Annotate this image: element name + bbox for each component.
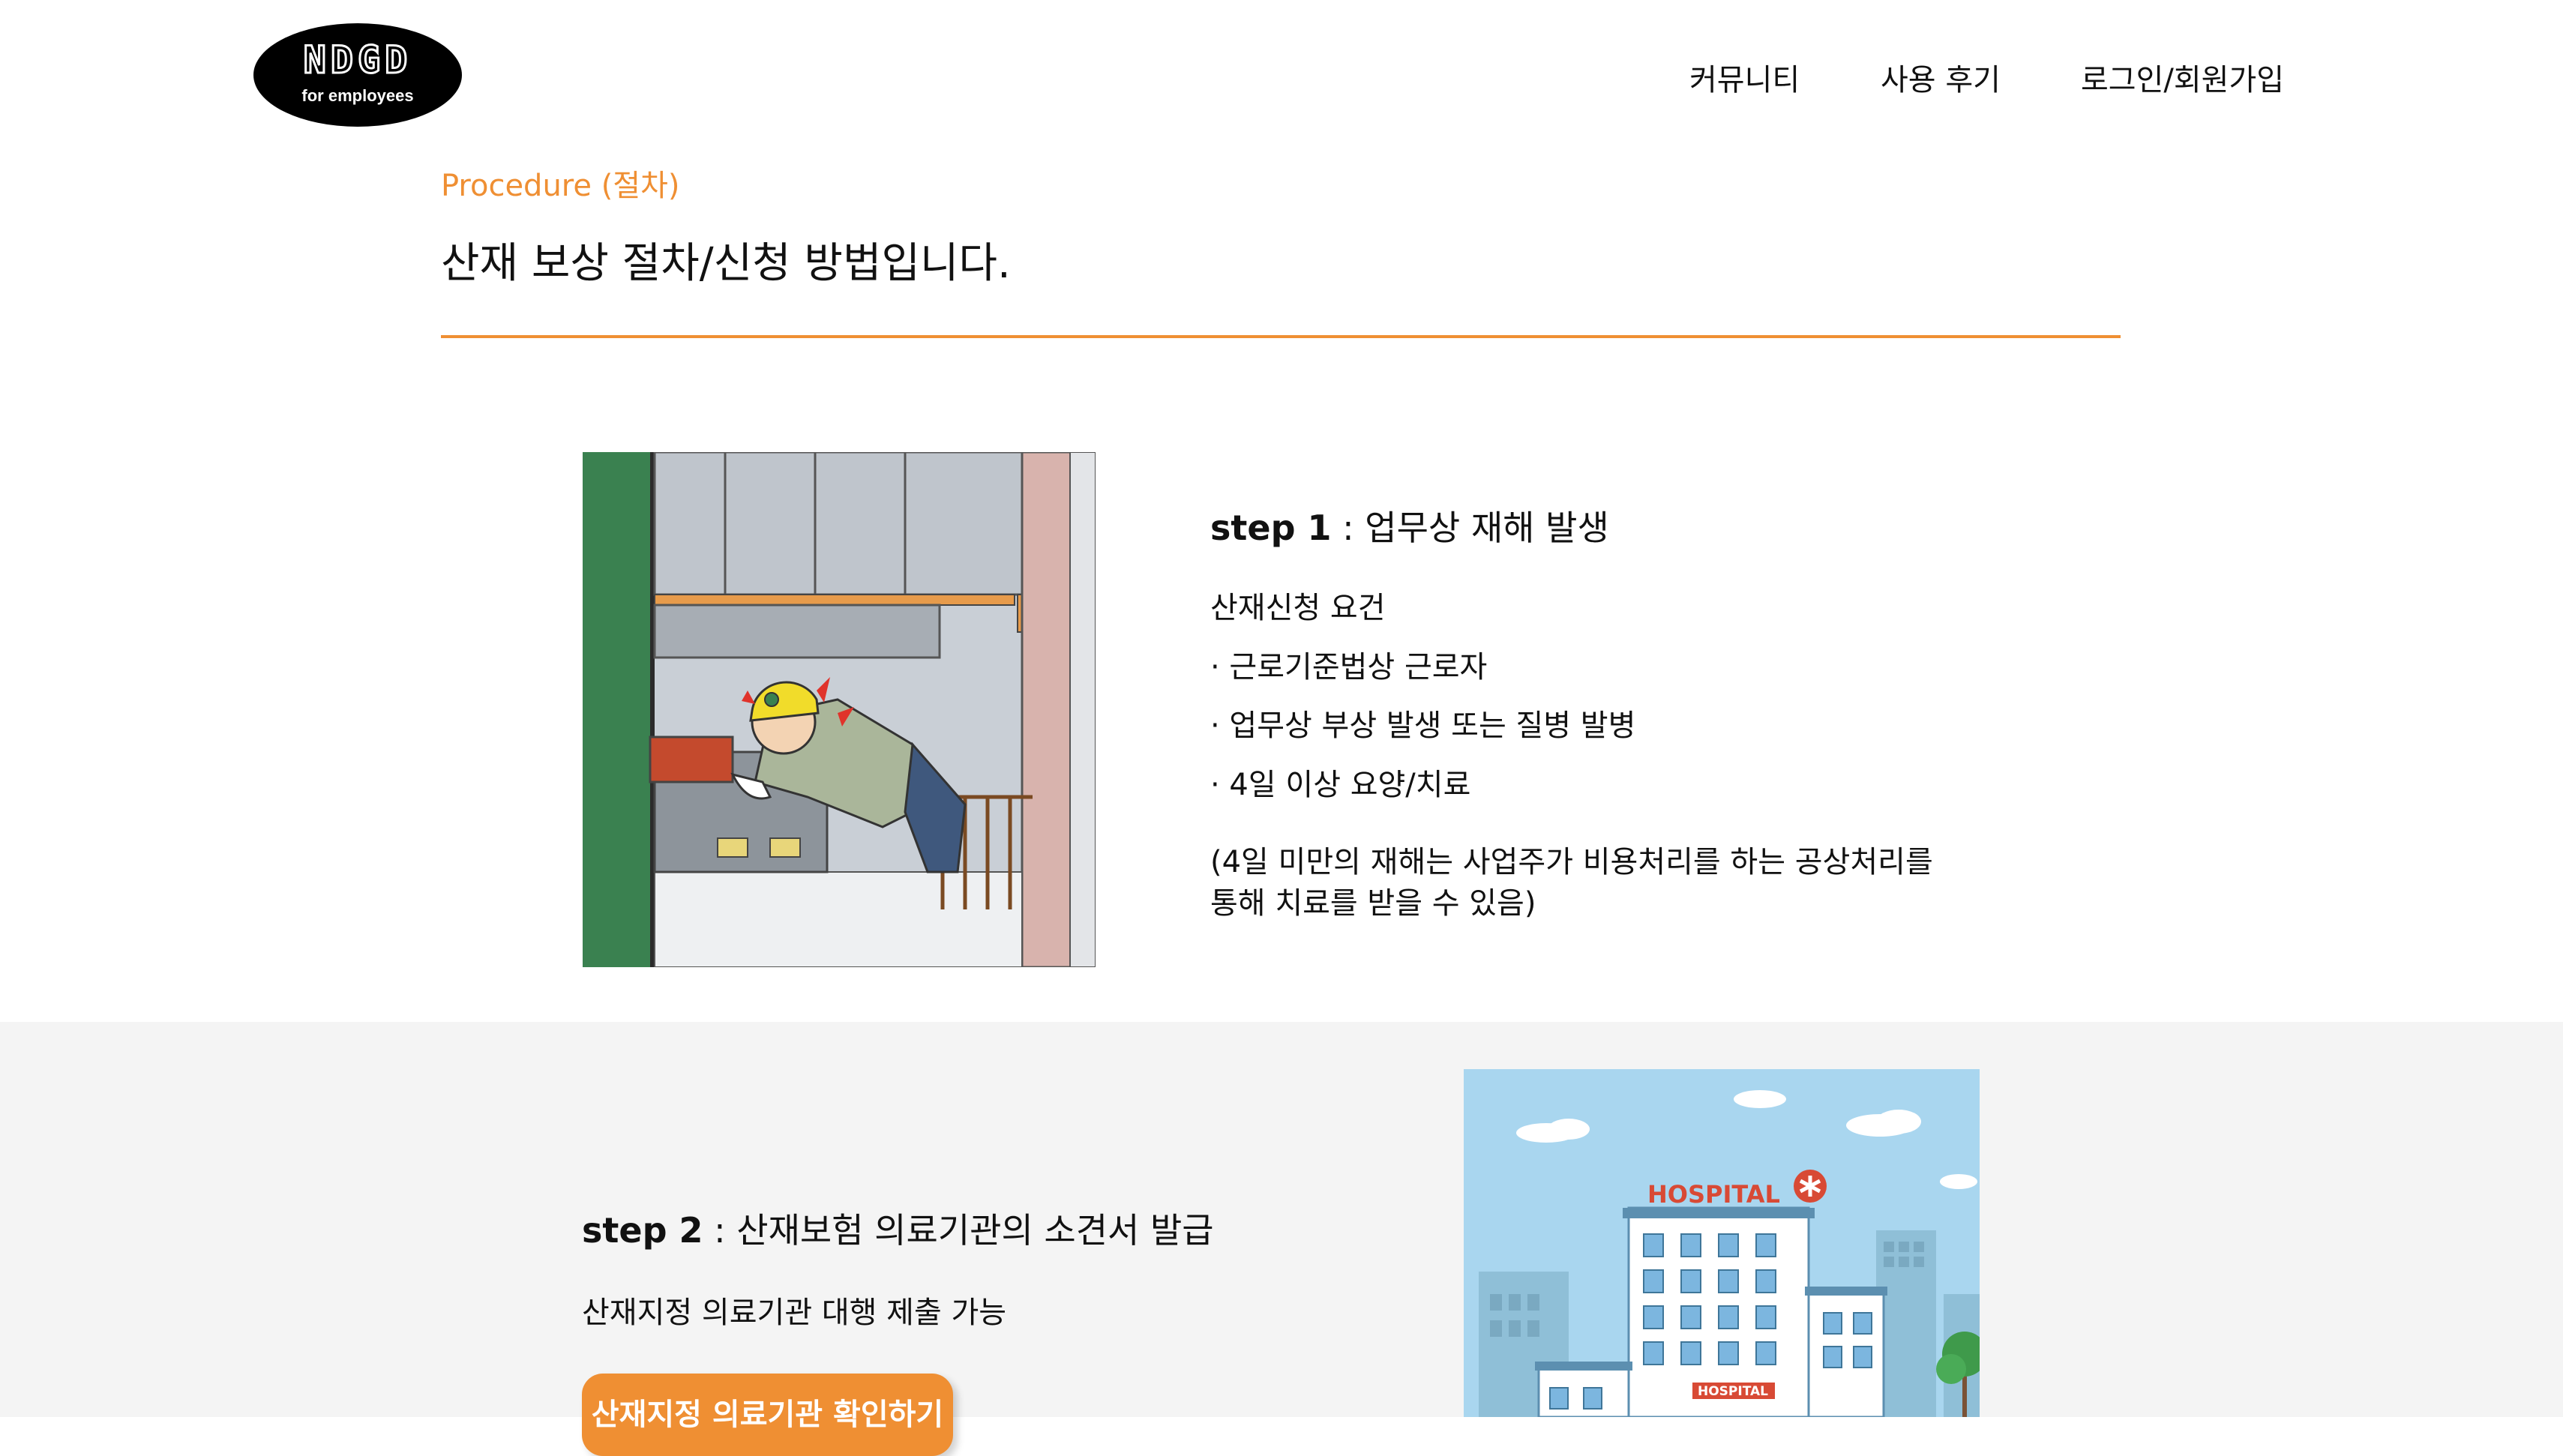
step1-title-text: : 업무상 재해 발생 (1331, 508, 1609, 548)
logo-wordmark: NDGD (302, 37, 412, 83)
logo-subtitle: for employees (301, 86, 414, 105)
step1-requirements-title: 산재신청 요건 (1210, 591, 1386, 625)
nav-community[interactable]: 커뮤니티 (1689, 55, 1800, 99)
hospital-illustration: HOSPITAL HOSPITAL (1464, 1069, 1980, 1417)
step2-description: 산재지정 의료기관 대행 제출 가능 (582, 1296, 1007, 1330)
hospital-sign: HOSPITAL (1647, 1180, 1780, 1209)
nav-login-signup[interactable]: 로그인/회원가입 (2081, 55, 2284, 99)
step1-note-line: 통해 치료를 받을 수 있음) (1210, 886, 1536, 921)
logo[interactable]: NDGD for employees (253, 23, 462, 127)
step1-requirement-item: · 업무상 부상 발생 또는 질병 발병 (1210, 709, 1636, 743)
worker-accident-illustration (583, 452, 1096, 967)
step1-requirement-item: · 4일 이상 요양/치료 (1210, 768, 1471, 802)
step1-title: step 1 : 업무상 재해 발생 (1210, 501, 1609, 550)
step2-label: step 2 (582, 1210, 703, 1251)
section-eyebrow: Procedure (절차) (441, 169, 680, 203)
step1-label: step 1 (1210, 508, 1332, 548)
page-title: 산재 보상 절차/신청 방법입니다. (441, 239, 1011, 288)
step1-requirement-item: · 근로기준법상 근로자 (1210, 650, 1488, 685)
check-designated-hospital-button[interactable]: 산재지정 의료기관 확인하기 (582, 1374, 953, 1456)
nav-reviews[interactable]: 사용 후기 (1881, 55, 2001, 99)
step2-title: step 2 : 산재보험 의료기관의 소견서 발급 (582, 1203, 1214, 1253)
hospital-entrance-sign: HOSPITAL (1698, 1384, 1768, 1399)
step2-section (0, 1022, 2563, 1417)
step2-title-text: : 산재보험 의료기관의 소견서 발급 (703, 1210, 1214, 1251)
divider (441, 335, 2121, 338)
step1-note-line: (4일 미만의 재해는 사업주가 비용처리를 하는 공상처리를 (1210, 845, 1933, 879)
